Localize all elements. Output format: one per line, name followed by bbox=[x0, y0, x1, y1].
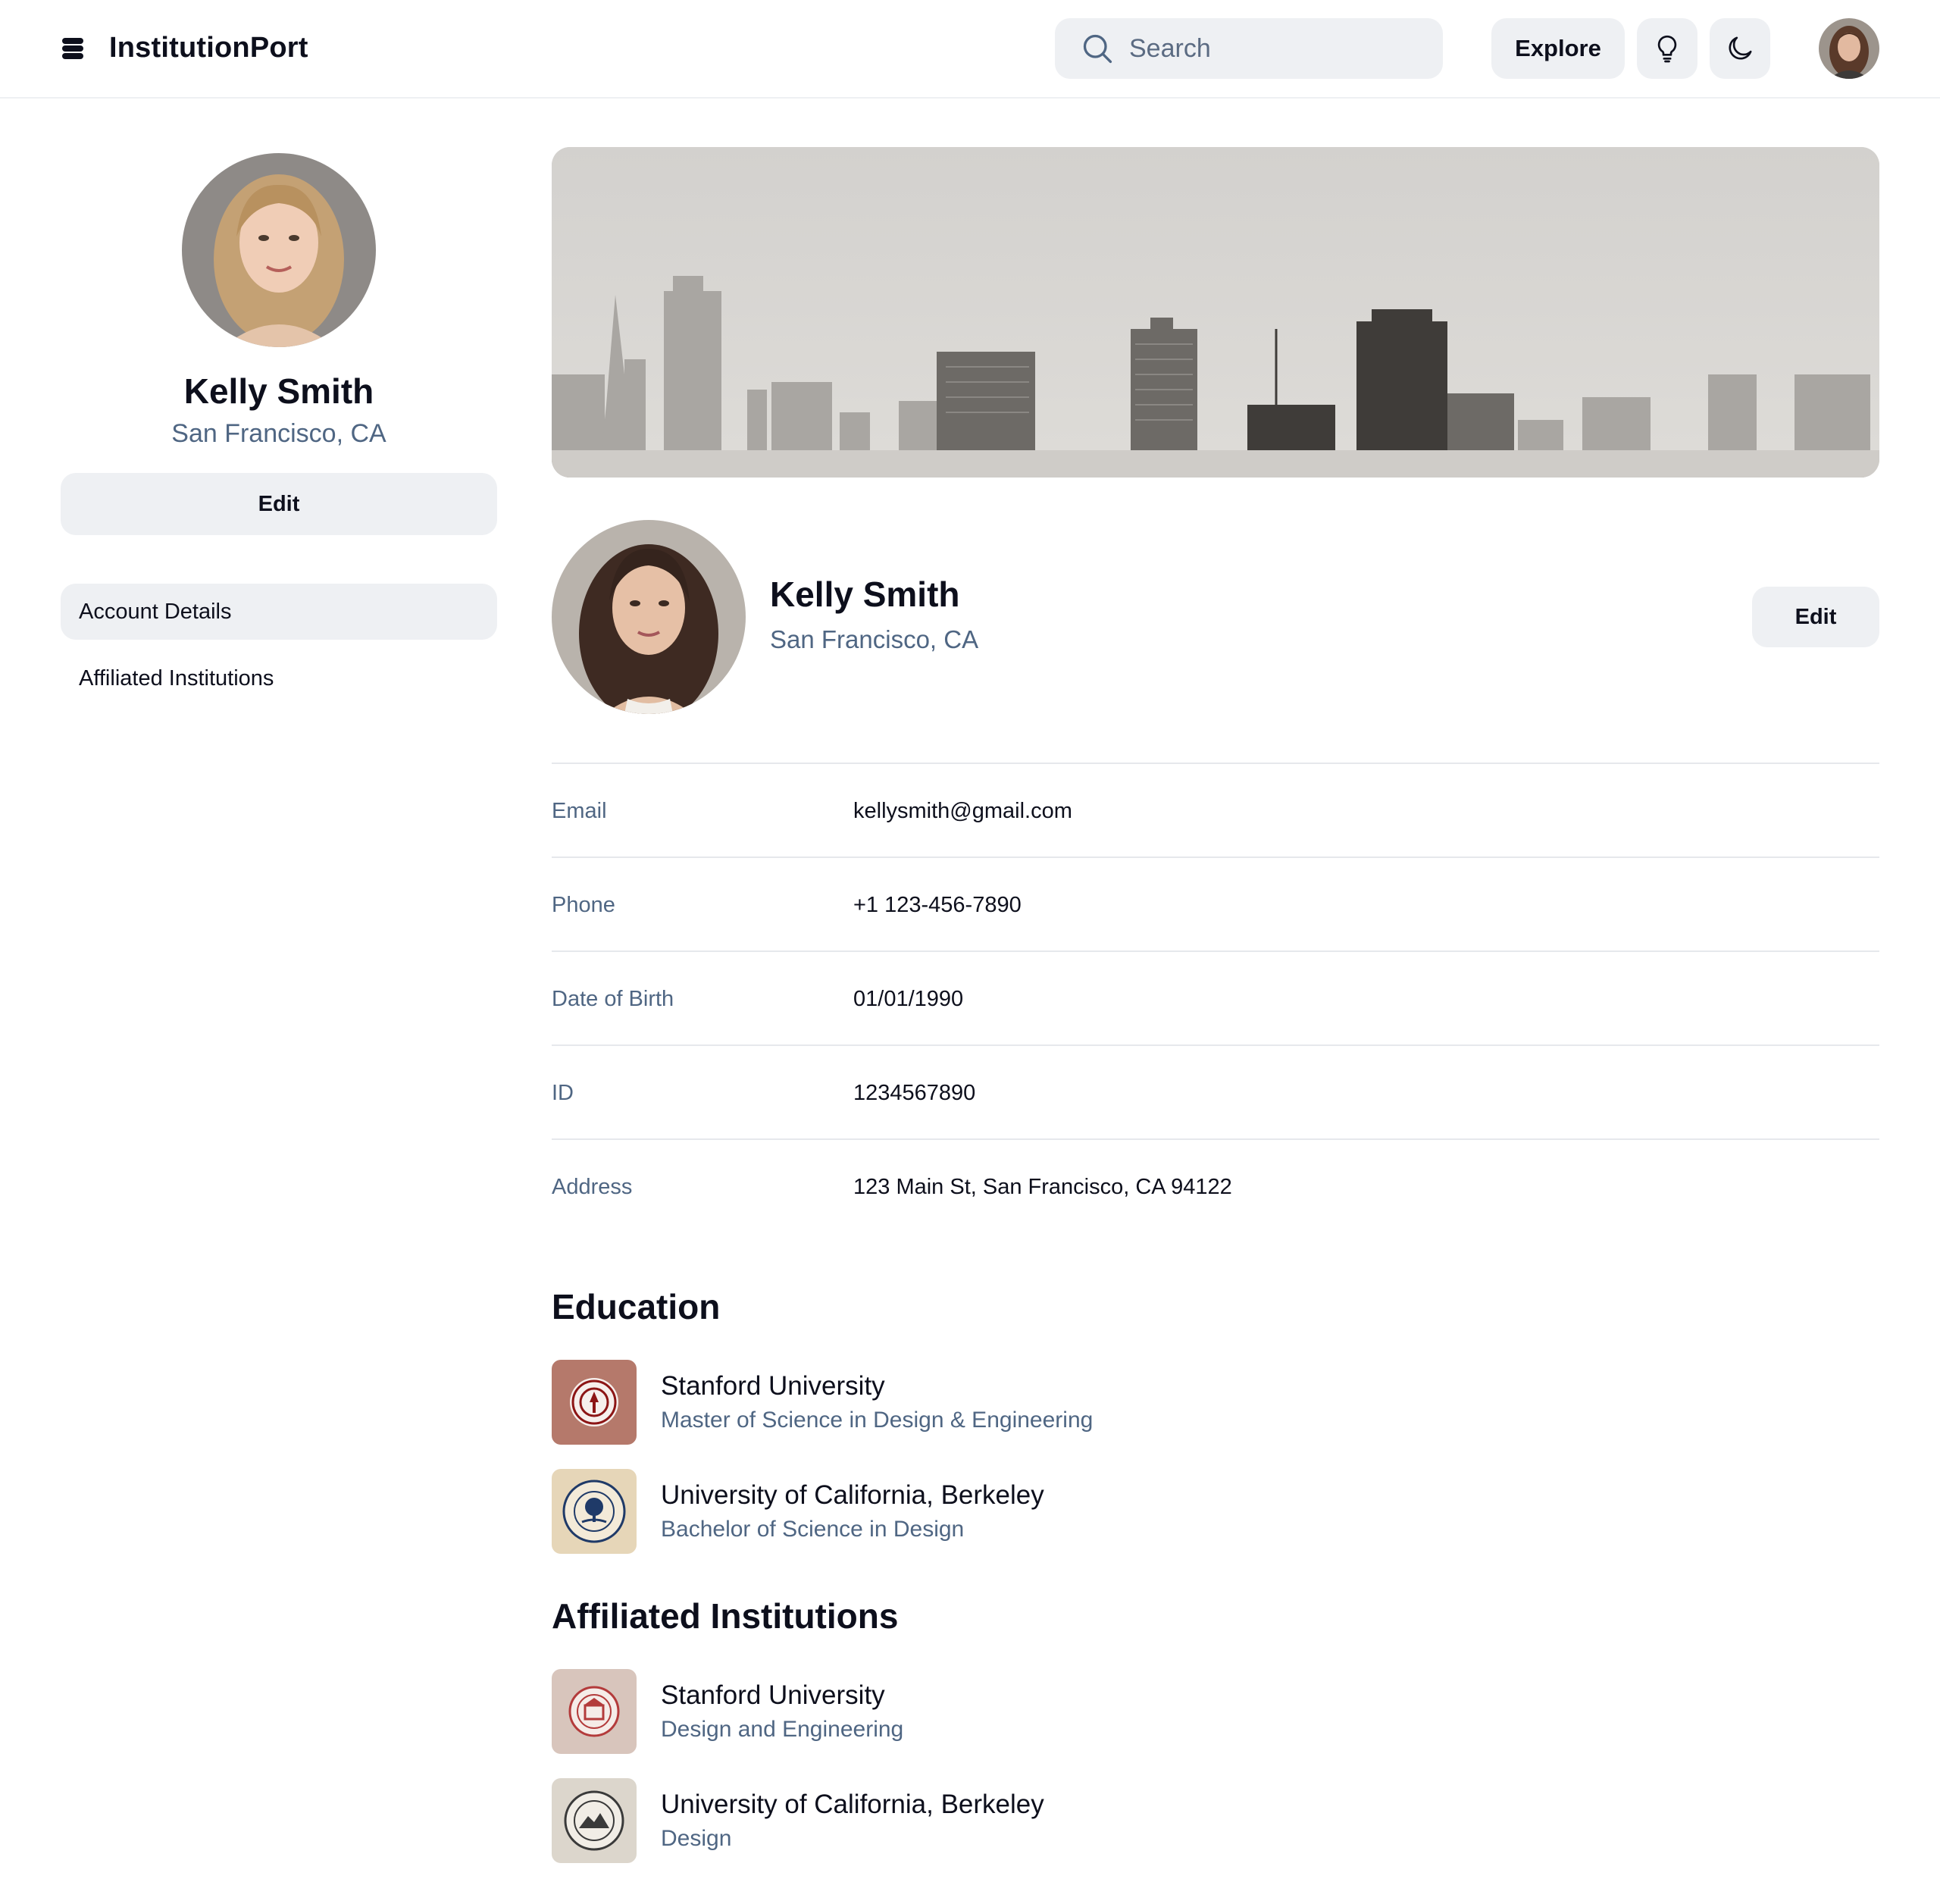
institution-department: Design bbox=[661, 1826, 732, 1851]
affiliated-item-stanford[interactable]: Stanford University Design and Engineeri… bbox=[552, 1669, 1461, 1754]
user-avatar-image bbox=[1819, 18, 1879, 79]
sidebar-item-account-details[interactable]: Account Details bbox=[61, 584, 497, 640]
berkeley-seal-icon bbox=[552, 1778, 637, 1863]
detail-row-email: Email kellysmith@gmail.com bbox=[552, 763, 1879, 856]
stanford-seal-icon bbox=[552, 1360, 637, 1445]
moon-icon bbox=[1729, 36, 1752, 60]
sidebar-avatar bbox=[182, 153, 376, 347]
education-item-stanford[interactable]: Stanford University Master of Science in… bbox=[552, 1360, 1461, 1445]
sidebar-user-location: San Francisco, CA bbox=[171, 419, 386, 448]
institution-name: University of California, Berkeley bbox=[661, 1480, 1044, 1510]
institution-name: Stanford University bbox=[661, 1371, 885, 1401]
education-heading: Education bbox=[552, 1287, 721, 1326]
education-item-berkeley[interactable]: University of California, Berkeley Bache… bbox=[552, 1469, 1461, 1554]
search-icon bbox=[1083, 34, 1112, 64]
search-input[interactable] bbox=[1129, 33, 1417, 64]
lightbulb-button[interactable] bbox=[1637, 18, 1698, 79]
profile-location: San Francisco, CA bbox=[770, 625, 979, 653]
affiliated-item-berkeley[interactable]: University of California, Berkeley Desig… bbox=[552, 1778, 1461, 1863]
detail-value: 01/01/1990 bbox=[853, 987, 964, 1011]
city-skyline-image bbox=[552, 147, 1879, 478]
profile-banner bbox=[552, 147, 1879, 478]
detail-row-phone: Phone +1 123-456-7890 bbox=[552, 856, 1879, 950]
detail-value: 123 Main St, San Francisco, CA 94122 bbox=[853, 1175, 1232, 1199]
profile-avatar bbox=[552, 520, 746, 714]
user-avatar[interactable] bbox=[1819, 18, 1879, 79]
sidebar-avatar-image bbox=[182, 153, 376, 347]
sidebar-user-name: Kelly Smith bbox=[183, 371, 374, 411]
detail-label: ID bbox=[552, 1081, 574, 1105]
explore-button[interactable]: Explore bbox=[1491, 18, 1625, 79]
stanford-seal-icon bbox=[552, 1669, 637, 1754]
detail-label: Address bbox=[552, 1175, 633, 1199]
profile-avatar-image bbox=[552, 520, 746, 714]
detail-label: Email bbox=[552, 799, 607, 823]
dark-mode-button[interactable] bbox=[1710, 18, 1770, 79]
institution-name: Stanford University bbox=[661, 1680, 885, 1710]
berkeley-seal-icon bbox=[552, 1469, 637, 1554]
sidebar-item-affiliated-institutions[interactable]: Affiliated Institutions bbox=[61, 650, 497, 706]
search-box[interactable] bbox=[1055, 18, 1443, 79]
account-details-list: Email kellysmith@gmail.com Phone +1 123-… bbox=[552, 763, 1879, 1232]
institution-degree: Master of Science in Design & Engineerin… bbox=[661, 1408, 1094, 1433]
detail-value: +1 123-456-7890 bbox=[853, 893, 1022, 917]
detail-value: kellysmith@gmail.com bbox=[853, 799, 1072, 823]
profile-name: Kelly Smith bbox=[770, 575, 960, 614]
institution-department: Design and Engineering bbox=[661, 1717, 904, 1742]
stack-logo-icon[interactable] bbox=[61, 36, 85, 61]
profile-edit-button[interactable]: Edit bbox=[1752, 587, 1879, 647]
detail-label: Phone bbox=[552, 893, 615, 917]
top-nav-bar: InstitutionPort Explore bbox=[0, 0, 1940, 99]
app-title[interactable]: InstitutionPort bbox=[109, 29, 308, 67]
detail-row-id: ID 1234567890 bbox=[552, 1044, 1879, 1138]
detail-row-address: Address 123 Main St, San Francisco, CA 9… bbox=[552, 1138, 1879, 1232]
institution-name: University of California, Berkeley bbox=[661, 1790, 1044, 1819]
sidebar-edit-button[interactable]: Edit bbox=[61, 473, 497, 535]
affiliated-institutions-heading: Affiliated Institutions bbox=[552, 1596, 899, 1636]
detail-label: Date of Birth bbox=[552, 987, 674, 1011]
institution-degree: Bachelor of Science in Design bbox=[661, 1517, 965, 1542]
detail-row-date-of-birth: Date of Birth 01/01/1990 bbox=[552, 950, 1879, 1044]
detail-value: 1234567890 bbox=[853, 1081, 976, 1105]
lightbulb-icon bbox=[1657, 35, 1677, 63]
